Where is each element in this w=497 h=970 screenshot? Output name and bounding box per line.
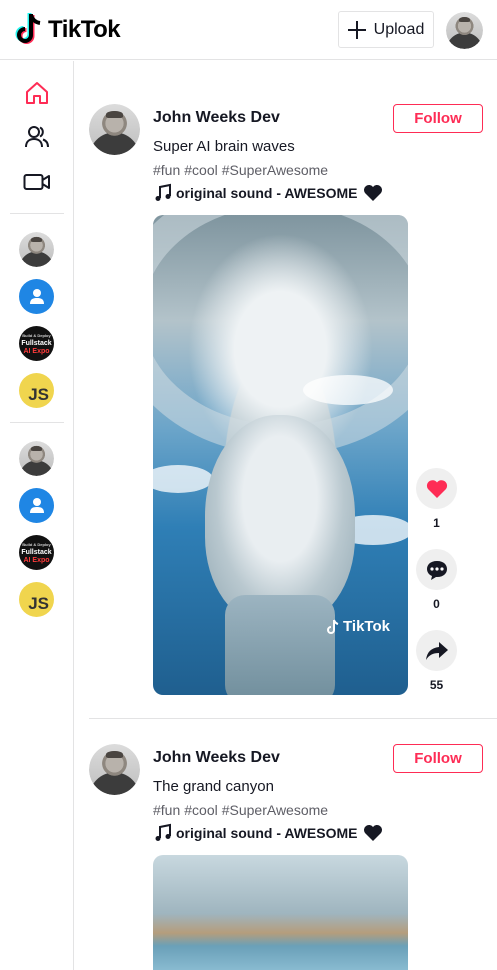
statue-neck-graphic (225, 595, 335, 695)
sidebar-item-following[interactable] (22, 122, 52, 152)
following-account-default[interactable] (19, 488, 54, 523)
tiktok-watermark: TikTok (326, 618, 390, 635)
avatar-text: Build & Deploy (22, 332, 51, 338)
tiktok-note-icon (327, 619, 339, 634)
share-count: 55 (429, 678, 444, 692)
users-icon (25, 126, 49, 148)
comment-icon (426, 560, 447, 580)
suggested-account-default[interactable] (19, 279, 54, 314)
share-button[interactable] (416, 630, 457, 671)
suggested-account-john-weeks[interactable] (19, 232, 54, 267)
avatar-text: AI Expo (23, 347, 50, 355)
follow-button[interactable]: Follow (393, 104, 483, 133)
watermark-text: TikTok (343, 618, 390, 635)
sound-name: original sound - AWESOME (176, 825, 358, 841)
video-player[interactable]: TikTok (153, 215, 408, 695)
avatar-text: JS (28, 385, 49, 404)
post-author-name[interactable]: John Weeks Dev (153, 749, 280, 767)
avatar-text: AI Expo (23, 556, 50, 564)
video-player[interactable] (153, 855, 408, 970)
avatar-text: JS (28, 594, 49, 613)
plus-icon (347, 20, 366, 39)
cloud-graphic (303, 375, 393, 405)
video-camera-icon (23, 174, 50, 190)
heart-icon (426, 479, 447, 498)
tiktok-logo[interactable]: TikTok (14, 12, 121, 48)
comment-count: 0 (433, 597, 440, 611)
follow-button[interactable]: Follow (393, 744, 483, 773)
post-author-avatar[interactable] (89, 744, 140, 795)
sound-name: original sound - AWESOME (176, 185, 358, 201)
sidebar-divider (10, 422, 64, 423)
avatar-text: Fullstack (21, 548, 52, 556)
hashtag-link[interactable]: #fun (153, 162, 180, 178)
post-tags: #fun #cool #SuperAwesome (153, 802, 332, 818)
user-photo (446, 12, 483, 49)
hashtag-link[interactable]: #fun (153, 802, 180, 818)
sidebar-divider (10, 213, 64, 214)
hashtag-link[interactable]: #SuperAwesome (222, 802, 328, 818)
user-photo (89, 104, 140, 155)
heart-icon (364, 185, 383, 201)
user-icon (29, 497, 44, 513)
like-button[interactable] (416, 468, 457, 509)
following-account-john-weeks[interactable] (19, 441, 54, 476)
profile-avatar[interactable] (446, 12, 483, 49)
user-icon (29, 288, 44, 304)
suggested-account-js[interactable]: JS (19, 373, 54, 408)
share-arrow-icon (425, 641, 448, 660)
avatar-text: Fullstack (21, 339, 52, 347)
upload-label: Upload (373, 20, 425, 38)
upload-button[interactable]: Upload (338, 11, 434, 48)
post-author-name[interactable]: John Weeks Dev (153, 109, 280, 127)
like-count: 1 (433, 516, 440, 530)
sidebar-item-live[interactable] (22, 167, 52, 197)
music-note-icon (155, 823, 171, 841)
hashtag-link[interactable]: #cool (184, 802, 217, 818)
post-sound[interactable]: original sound - AWESOME (153, 823, 383, 843)
post-sound[interactable]: original sound - AWESOME (153, 183, 383, 203)
home-icon (26, 82, 48, 104)
post-caption: Super AI brain waves (153, 138, 295, 155)
post-divider (89, 718, 497, 719)
comment-button[interactable] (416, 549, 457, 590)
post-tags: #fun #cool #SuperAwesome (153, 162, 332, 178)
sidebar: Build & Deploy Fullstack AI Expo JS Buil… (0, 61, 74, 970)
heart-icon (364, 825, 383, 841)
cloud-graphic (153, 465, 213, 493)
user-photo (19, 441, 54, 476)
following-account-fullstack[interactable]: Build & Deploy Fullstack AI Expo (19, 535, 54, 570)
top-header: TikTok Upload (0, 0, 497, 60)
avatar-text: Build & Deploy (22, 541, 51, 547)
logo-text: TikTok (48, 16, 121, 43)
music-note-icon (155, 183, 171, 201)
post-caption: The grand canyon (153, 778, 274, 795)
hashtag-link[interactable]: #cool (184, 162, 217, 178)
user-photo (19, 232, 54, 267)
sidebar-item-home[interactable] (22, 78, 52, 108)
tiktok-logo-icon (14, 12, 46, 48)
hashtag-link[interactable]: #SuperAwesome (222, 162, 328, 178)
following-account-js[interactable]: JS (19, 582, 54, 617)
post-author-avatar[interactable] (89, 104, 140, 155)
suggested-account-fullstack[interactable]: Build & Deploy Fullstack AI Expo (19, 326, 54, 361)
user-photo (89, 744, 140, 795)
statue-face-graphic (205, 415, 355, 625)
